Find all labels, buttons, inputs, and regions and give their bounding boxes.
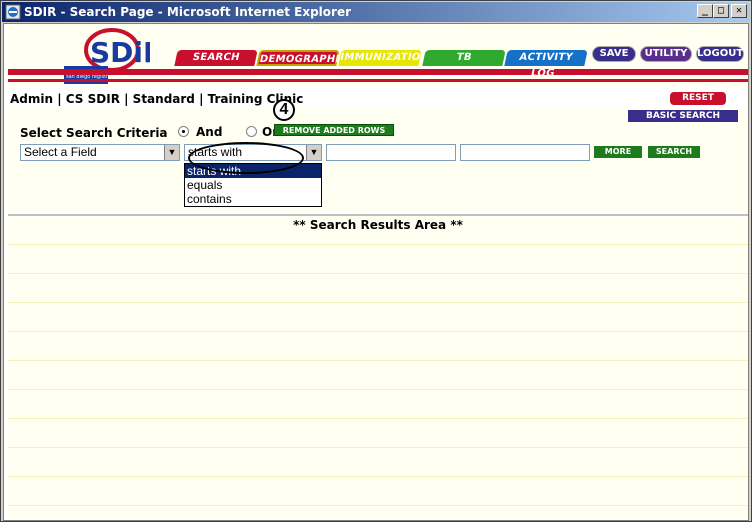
value-input-1[interactable]	[326, 144, 456, 161]
results-title: ** Search Results Area **	[293, 218, 463, 232]
more-button[interactable]: MORE	[594, 146, 642, 158]
chevron-down-icon[interactable]: ▼	[164, 145, 179, 160]
or-radio[interactable]	[246, 126, 257, 137]
field-select[interactable]: Select a Field ▼	[20, 144, 180, 161]
header-stripe-thin	[8, 79, 748, 82]
close-button[interactable]: ✕	[731, 4, 747, 18]
header-stripe	[8, 69, 748, 75]
operator-select[interactable]: starts with ▼	[184, 144, 322, 161]
browser-window: SDIR - Search Page - Microsoft Internet …	[0, 0, 752, 522]
and-label: And	[196, 125, 223, 139]
maximize-button[interactable]: □	[713, 4, 729, 18]
basic-search-button[interactable]: BASIC SEARCH	[628, 110, 738, 122]
logout-button[interactable]: LOGOUT	[696, 46, 744, 62]
minimize-button[interactable]: _	[697, 4, 713, 18]
value-input-2[interactable]	[460, 144, 590, 161]
tab-search[interactable]: SEARCH	[174, 50, 258, 66]
window-title: SDIR - Search Page - Microsoft Internet …	[24, 5, 352, 19]
breadcrumb: Admin | CS SDIR | Standard | Training Cl…	[10, 92, 304, 106]
ie-icon	[5, 4, 21, 20]
app-header: SDiR san diego registry SEARCH DEMOGRAPH…	[8, 24, 748, 88]
tab-tb[interactable]: TB	[422, 50, 506, 66]
field-select-value: Select a Field	[24, 145, 97, 159]
remove-rows-button[interactable]: REMOVE ADDED ROWS	[274, 124, 394, 136]
results-area	[8, 214, 748, 520]
tab-demographics[interactable]: DEMOGRAPHICS	[256, 50, 356, 66]
search-button[interactable]: SEARCH	[648, 146, 700, 158]
chevron-down-icon[interactable]: ▼	[306, 145, 321, 160]
reset-button[interactable]: RESET	[670, 92, 726, 105]
tab-immunization[interactable]: IMMUNIZATION	[338, 50, 430, 66]
option-starts-with[interactable]: starts with	[185, 164, 321, 178]
title-bar: SDIR - Search Page - Microsoft Internet …	[2, 2, 750, 22]
utility-button[interactable]: UTILITY	[640, 46, 692, 62]
option-contains[interactable]: contains	[185, 192, 321, 206]
criteria-label: Select Search Criteria	[20, 126, 168, 140]
and-radio[interactable]	[178, 126, 189, 137]
page-content: SDiR san diego registry SEARCH DEMOGRAPH…	[3, 23, 749, 521]
save-button[interactable]: SAVE	[592, 46, 636, 62]
operator-select-value: starts with	[188, 145, 243, 159]
window-controls: _ □ ✕	[697, 4, 747, 18]
callout-number: 4	[273, 99, 295, 121]
tab-activity-log[interactable]: ACTIVITY LOG	[504, 50, 588, 79]
option-equals[interactable]: equals	[185, 178, 321, 192]
operator-dropdown-list[interactable]: starts with equals contains	[184, 163, 322, 207]
svg-text:SDiR: SDiR	[90, 36, 150, 69]
